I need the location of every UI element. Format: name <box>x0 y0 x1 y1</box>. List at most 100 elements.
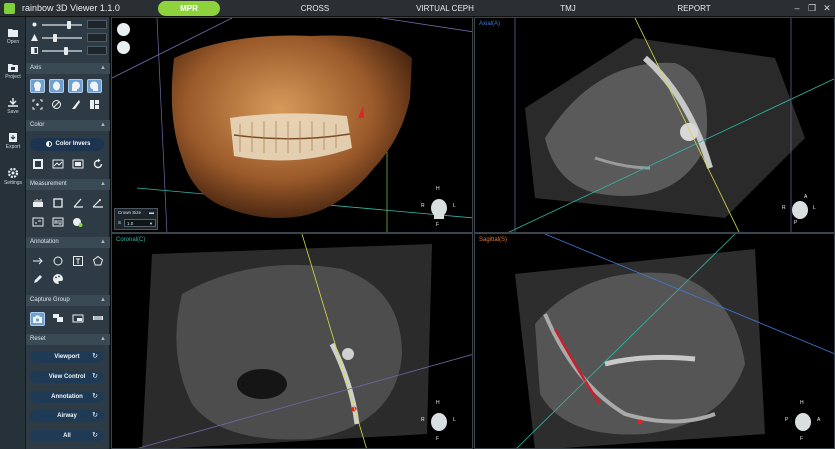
camera-screen-icon <box>72 314 83 323</box>
opacity-slider[interactable] <box>31 46 107 55</box>
reset-annotation-button[interactable]: Annotation ↻ <box>30 391 104 403</box>
angle-tool[interactable] <box>70 196 85 210</box>
orient-bottom: P <box>794 220 798 226</box>
settings-button[interactable]: Settings <box>0 165 26 195</box>
settings-label: Settings <box>3 180 23 186</box>
refresh-icon: ↻ <box>92 373 98 380</box>
color-invert-button[interactable]: Color Invers <box>30 138 104 151</box>
reset-annotation-label: Annotation <box>51 394 83 400</box>
orientation-cube-coronal[interactable]: H R L F <box>419 400 459 442</box>
color-section-header[interactable]: Color ▲ <box>26 120 110 131</box>
gear-icon <box>7 167 19 179</box>
hu-tool[interactable] <box>50 215 65 229</box>
measurement-section-header[interactable]: Measurement ▲ <box>26 179 110 190</box>
profile-tool[interactable] <box>30 215 45 229</box>
open-label: Open <box>6 39 20 45</box>
skull-front-button[interactable] <box>30 79 45 93</box>
opacity-icon <box>31 47 38 54</box>
camera-icon <box>33 315 42 323</box>
project-button[interactable]: Project <box>0 60 26 90</box>
measurement-section-title: Measurement <box>30 181 67 187</box>
tab-mpr[interactable]: MPR <box>158 1 220 16</box>
capture-group-button[interactable] <box>50 312 65 326</box>
reset-color-button[interactable] <box>90 157 105 171</box>
close-button[interactable]: ✕ <box>822 3 832 13</box>
half-circle-icon <box>46 141 52 147</box>
project-folder-icon <box>8 64 18 72</box>
export-button[interactable]: Export <box>0 130 26 160</box>
skull-left-icon <box>72 81 80 91</box>
refresh-icon: ↻ <box>92 353 98 360</box>
capture-group-section-header[interactable]: Capture Group ▲ <box>26 295 110 306</box>
implant-tool[interactable] <box>70 215 85 229</box>
orientation-cube-sagittal[interactable]: H P A F <box>783 400 823 442</box>
rotate-view-button[interactable] <box>117 23 130 36</box>
area-icon <box>52 198 63 208</box>
axial-viewport[interactable]: Axial(A) A R L P <box>474 17 835 233</box>
camera-multi-icon <box>52 314 63 322</box>
reset-all-button[interactable]: All ↻ <box>30 430 104 442</box>
angle-3pt-tool[interactable] <box>90 196 105 210</box>
capture-viewport-button[interactable] <box>30 312 45 326</box>
skull-left-button[interactable] <box>68 79 83 93</box>
tab-cross[interactable]: CROSS <box>290 1 340 16</box>
contrast-icon <box>31 34 38 41</box>
orientation-cube-axial[interactable]: A R L P <box>780 190 820 230</box>
pen-tool[interactable] <box>30 272 45 286</box>
tab-report[interactable]: REPORT <box>672 1 716 16</box>
open-button[interactable]: Open <box>0 25 26 55</box>
palette-tool[interactable] <box>50 272 65 286</box>
layout-button[interactable] <box>87 98 102 112</box>
reset-section-header[interactable]: Reset ▲ <box>26 334 110 345</box>
chevron-up-icon: ▲ <box>100 122 106 128</box>
cut-plane-button[interactable] <box>68 98 83 112</box>
crosshair-frame-icon <box>32 99 43 110</box>
ruler-icon <box>32 199 43 207</box>
restore-button[interactable]: ❐ <box>807 3 817 13</box>
reset-view-control-button[interactable]: View Control ↻ <box>30 371 104 383</box>
chevron-up-icon: ▲ <box>100 336 106 342</box>
orient-top: A <box>804 194 808 200</box>
minimize-button[interactable]: – <box>792 3 802 13</box>
volume-viewport[interactable]: Crown Size ▬ S 1.0 ▼ H R L F <box>111 17 473 233</box>
app-logo-icon <box>4 3 15 14</box>
capture-film-button[interactable] <box>90 312 105 326</box>
capture-screen-button[interactable] <box>70 312 85 326</box>
reset-viewport-button[interactable]: Viewport ↻ <box>30 351 104 363</box>
color-section-title: Color <box>30 122 45 128</box>
polygon-tool[interactable] <box>90 254 105 268</box>
crown-size-select[interactable]: 1.0 ▼ <box>124 219 156 227</box>
orientation-cube-volume[interactable]: H R L F <box>419 186 459 228</box>
annotation-section-header[interactable]: Annotation ▲ <box>26 237 110 248</box>
preset-auto-button[interactable] <box>70 157 85 171</box>
rotate-axis-button[interactable] <box>117 41 130 54</box>
orient-right: L <box>453 203 456 209</box>
chevron-up-icon: ▲ <box>100 297 106 303</box>
preset-bone-button[interactable] <box>30 157 45 171</box>
sagittal-viewport[interactable]: Sagittal(S) H P A F <box>474 233 835 449</box>
area-tool[interactable] <box>50 196 65 210</box>
orient-top: H <box>436 186 440 192</box>
contrast-slider[interactable] <box>31 33 107 42</box>
preset-soft-button[interactable] <box>50 157 65 171</box>
ruler-tool[interactable] <box>30 196 45 210</box>
circle-tool[interactable] <box>50 254 65 268</box>
save-button[interactable]: Save <box>0 95 26 125</box>
brightness-icon <box>32 22 37 27</box>
tab-tmj[interactable]: TMJ <box>550 1 586 16</box>
refresh-icon: ↻ <box>92 412 98 419</box>
brightness-slider[interactable] <box>31 20 107 29</box>
coronal-viewport[interactable]: Coronal(C) H R L F <box>111 233 473 449</box>
axis-section-header[interactable]: Axis ▲ <box>26 63 110 74</box>
reset-airway-button[interactable]: Airway ↻ <box>30 410 104 422</box>
no-rotate-button[interactable] <box>49 98 64 112</box>
chevron-up-icon: ▲ <box>100 239 106 245</box>
arrow-tool[interactable] <box>30 254 45 268</box>
orient-left: R <box>421 203 425 209</box>
skull-back-button[interactable] <box>49 79 64 93</box>
collapse-icon[interactable]: ▬ <box>149 210 154 216</box>
text-tool[interactable] <box>70 254 85 268</box>
skull-right-button[interactable] <box>87 79 102 93</box>
tab-virtual-ceph[interactable]: VIRTUAL CEPH <box>405 1 485 16</box>
fit-view-button[interactable] <box>30 98 45 112</box>
